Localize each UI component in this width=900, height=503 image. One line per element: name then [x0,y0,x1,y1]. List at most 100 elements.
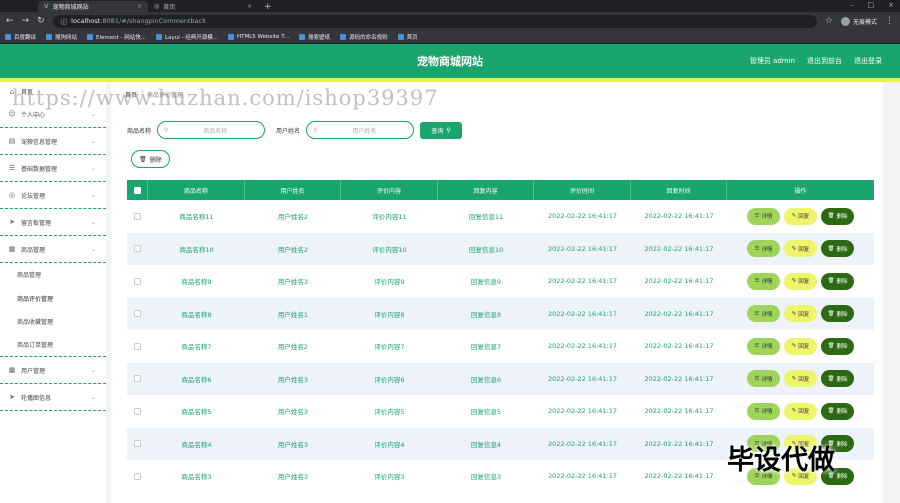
table-cell: 2022-02-22 16:41:17 [547,472,618,481]
bookmark-item[interactable]: 源码的命名规则 [340,33,388,41]
sidebar-subitem[interactable]: 商品收藏管理 [0,310,106,334]
reload-icon[interactable]: ↻ [37,16,45,26]
reply-button[interactable]: ✎ 回复 [784,402,817,420]
delete-button[interactable]: 🗑 删除 [821,337,854,355]
table-cell: 评价内容11 [372,213,407,222]
detail-label: 详情 [761,214,773,221]
row-checkbox[interactable] [134,212,141,220]
detail-button[interactable]: ☰ 详情 [747,337,780,355]
reply-button[interactable]: ✎ 回复 [784,240,817,258]
detail-button[interactable]: ☰ 详情 [747,272,780,290]
trash-icon: 🗑 [827,310,835,317]
table-cell: 商品名称7 [181,343,212,352]
table-cell: 回复信息5 [470,408,502,417]
row-checkbox[interactable] [134,472,141,480]
sidebar-item[interactable]: ◎ 论坛管理 ⌄ [0,182,106,209]
detail-label: 详情 [761,311,773,318]
bookmark-label: 源码的命名规则 [349,34,388,41]
delete-button[interactable]: 🗑 删除 [821,370,854,388]
sidebar-subitem[interactable]: 商品管理 [0,263,106,287]
app-title: 宠物商城网站 [417,55,483,68]
product-name-input[interactable]: ⚲ 商品名称 [157,121,266,139]
sidebar-item[interactable]: ➤ 轮播图信息 ⌄ [0,384,106,411]
table-row: 商品名称9 用户姓名3 评价内容9 回复信息9 2022-02-22 16:41:17 2… [127,265,874,298]
sidebar-item[interactable]: ▤ 宠粮信息管理 ⌄ [0,128,106,155]
admin-label: 管理员 admin [749,57,795,65]
back-to-front-link[interactable]: 退出到前台 [807,56,842,66]
row-checkbox[interactable] [134,245,141,253]
ops-cell: ☰ 详情 ✎ 回复 🗑 删除 [727,330,874,363]
user-name-input[interactable]: ⚲ 用户姓名 [306,121,415,139]
reply-button[interactable]: ✎ 回复 [784,370,817,388]
profile-button[interactable]: 无痕模式 [840,16,877,26]
reply-button[interactable]: ✎ 回复 [784,207,817,225]
minimize-icon[interactable]: – [850,1,854,9]
bookmark-item[interactable]: 百度翻译 [5,33,36,41]
bookmark-item[interactable]: HTML5 Website T... [227,33,289,40]
star-icon[interactable]: ☆ [825,16,833,26]
maximize-icon[interactable]: □ [868,1,875,9]
grid-icon: ▦ [8,245,16,253]
row-checkbox[interactable] [134,407,141,415]
compass-icon: ◎ [8,191,16,199]
table-row: 商品名称10 用户姓名2 评价内容10 回复信息10 2022-02-22 16:41:… [127,232,874,265]
browser-tab-active[interactable]: V 宠物商城网站 × [38,1,148,12]
logout-link[interactable]: 退出登录 [854,56,882,66]
sidebar-item-label: 留言板管理 [21,219,52,227]
delete-label: 删除 [836,246,848,253]
reply-button[interactable]: ✎ 回复 [784,272,817,290]
bookmark-item[interactable]: Layui - 经典开源模... [156,33,218,41]
bookmark-item[interactable]: Element - 网站快... [87,33,146,41]
delete-button[interactable]: 🗑 删除 [821,305,854,323]
sidebar-subitem[interactable]: 商品订单管理 [0,334,106,357]
table-cell: 评价内容4 [374,440,405,449]
detail-button[interactable]: ☰ 详情 [747,402,780,420]
table-cell: 2022-02-22 16:41:17 [644,342,714,351]
row-checkbox[interactable] [134,277,141,285]
table-cell: 2022-02-22 16:41:17 [644,244,714,253]
bookmark-item[interactable]: 首页 [397,33,418,41]
detail-button[interactable]: ☰ 详情 [747,305,780,323]
bookmark-item[interactable]: 搜狗网站 [46,33,77,41]
search-button[interactable]: 查询 ⚲ [420,121,463,139]
row-checkbox[interactable] [134,310,141,318]
table-cell: 2022-02-22 16:41:17 [644,277,714,286]
delete-button[interactable]: 🗑 删除 [821,272,854,290]
back-icon[interactable]: ← [6,16,14,26]
batch-delete-button[interactable]: 🗑 删除 [131,150,170,168]
ops-cell: ☰ 详情 ✎ 回复 🗑 删除 [727,395,874,428]
sidebar-item[interactable]: ☰ 基础数据管理 ⌄ [0,155,106,182]
delete-button[interactable]: 🗑 删除 [821,402,854,420]
reply-button[interactable]: ✎ 回复 [784,337,817,355]
detail-button[interactable]: ☰ 详情 [747,370,780,388]
close-icon[interactable]: × [137,3,142,10]
delete-button[interactable]: 🗑 删除 [821,207,854,225]
detail-button[interactable]: ☰ 详情 [747,240,780,258]
table-row: 商品名称7 用户姓名2 评价内容7 回复信息7 2022-02-22 16:41:17 2… [127,330,874,363]
new-tab-icon[interactable]: + [258,2,278,12]
delete-label: 删除 [836,344,848,351]
table-cell: 2022-02-22 16:41:17 [547,244,618,253]
sidebar-item[interactable]: ▦ 用户管理 ⌄ [0,357,106,384]
sidebar-subitem[interactable]: 商品评价管理 [0,287,106,311]
select-all-checkbox[interactable] [133,186,141,194]
browser-tabbar: V 宠物商城网站 × ◎ 首页 × + – □ × [0,0,900,12]
delete-button[interactable]: 🗑 删除 [821,240,854,258]
close-icon[interactable]: × [247,3,252,10]
row-checkbox[interactable] [134,342,141,350]
sidebar-item[interactable]: ▦ 商品管理 ⌄ [0,236,106,263]
close-window-icon[interactable]: × [888,1,894,9]
browser-tab[interactable]: ◎ 首页 × [148,1,258,12]
reply-button[interactable]: ✎ 回复 [784,305,817,323]
row-checkbox[interactable] [134,440,141,448]
detail-button[interactable]: ☰ 详情 [747,207,780,225]
table-cell: 2022-02-22 16:41:17 [547,309,618,318]
bookmark-item[interactable]: 搜索壁纸 [299,33,330,41]
menu-icon[interactable]: ⋮ [885,16,894,26]
url-field[interactable]: ⓘ localhost:8081/#/shangpinCommentback [52,14,817,28]
table-cell: 2022-02-22 16:41:17 [644,212,714,221]
row-checkbox[interactable] [134,375,141,383]
sidebar-item[interactable]: ➤ 留言板管理 ⌄ [0,209,106,236]
forward-icon[interactable]: → [22,16,30,26]
url-host: localhost [71,17,101,25]
